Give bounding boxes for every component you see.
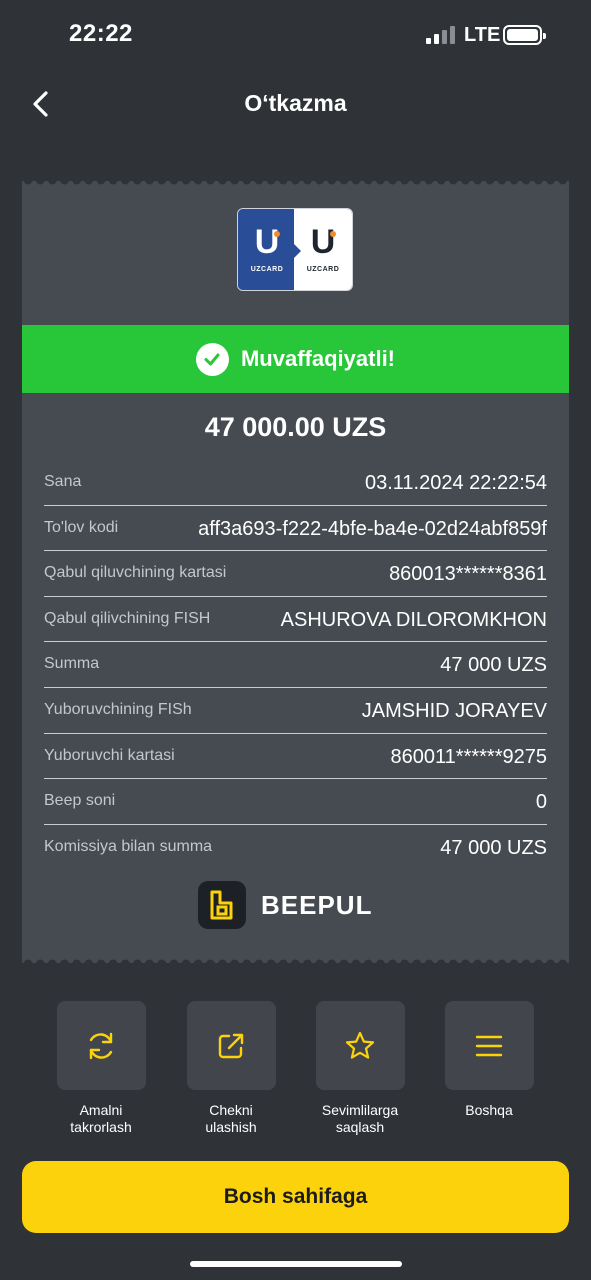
receipt-card: U UZCARD U UZCARD Muvaffaqiyatli! 47 000… bbox=[22, 180, 569, 964]
header: O‘tkazma bbox=[0, 80, 591, 128]
battery-icon bbox=[503, 25, 546, 45]
detail-value: 860013******8361 bbox=[389, 563, 547, 586]
action-label: Sevimlilarga saqlash bbox=[321, 1102, 399, 1135]
detail-row: Sana 03.11.2024 22:22:54 bbox=[44, 460, 547, 506]
detail-row: Komissiya bilan summa 47 000 UZS bbox=[44, 825, 547, 871]
detail-label: Summa bbox=[44, 655, 100, 673]
uzcard-transfer-logo: U UZCARD U UZCARD bbox=[237, 208, 353, 291]
transfer-arrow-icon bbox=[289, 239, 301, 263]
share-icon bbox=[218, 1033, 244, 1058]
detail-row: Beep soni 0 bbox=[44, 779, 547, 825]
detail-value: 47 000 UZS bbox=[440, 654, 547, 677]
refresh-icon bbox=[89, 1032, 113, 1059]
success-banner: Muvaffaqiyatli! bbox=[22, 325, 569, 393]
star-icon bbox=[345, 1031, 375, 1059]
more-button[interactable] bbox=[444, 1001, 534, 1090]
uzcard-label-right: UZCARD bbox=[306, 266, 340, 273]
home-page-button-label: Bosh sahifaga bbox=[223, 1185, 368, 1208]
detail-value: aff3a693-f222-4bfe-ba4e-02d24abf859f bbox=[198, 517, 547, 540]
detail-label: Yuboruvchi kartasi bbox=[44, 746, 175, 764]
detail-value: ASHUROVA DILOROMKHON bbox=[280, 608, 547, 631]
beepul-logo-icon bbox=[198, 881, 246, 929]
transfer-amount: 47 000.00 UZS bbox=[204, 412, 387, 442]
repeat-action[interactable]: Amalni takrorlash bbox=[51, 1001, 151, 1136]
favorite-button[interactable] bbox=[315, 1001, 405, 1090]
status-bar: 22:22 LTE bbox=[0, 0, 591, 70]
detail-label: Qabul qiluvchining kartasi bbox=[44, 564, 227, 582]
detail-label: Qabul qilivchining FISH bbox=[44, 609, 211, 627]
share-button[interactable] bbox=[186, 1001, 276, 1090]
more-action[interactable]: Boshqa bbox=[439, 1001, 539, 1119]
beepul-brand: BEEPUL bbox=[198, 880, 372, 930]
home-indicator[interactable] bbox=[190, 1261, 402, 1267]
detail-value: 860011******9275 bbox=[390, 745, 547, 768]
receipt-edge-bottom bbox=[22, 959, 569, 964]
detail-value: 03.11.2024 22:22:54 bbox=[364, 472, 547, 494]
action-label: Amalni takrorlash bbox=[70, 1102, 132, 1135]
detail-label: Beep soni bbox=[44, 792, 116, 810]
detail-row: Qabul qilivchining FISH ASHUROVA DILOROMK… bbox=[44, 597, 547, 643]
detail-row: Yuboruvchining FISh JAMSHID JORAYEV bbox=[44, 688, 547, 734]
detail-label: Komissiya bilan summa bbox=[44, 837, 213, 855]
details-list: Sana 03.11.2024 22:22:54 To'lov kodi aff3a… bbox=[44, 460, 547, 870]
receipt-edge-top bbox=[22, 180, 569, 185]
status-time: 22:22 bbox=[69, 20, 133, 47]
page-title: O‘tkazma bbox=[244, 90, 347, 116]
action-label: Chekni ulashish bbox=[205, 1102, 257, 1135]
menu-icon bbox=[475, 1035, 503, 1056]
detail-row: Yuboruvchi kartasi 860011******9275 bbox=[44, 734, 547, 780]
repeat-button[interactable] bbox=[56, 1001, 146, 1090]
action-label: Boshqa bbox=[465, 1102, 513, 1118]
uzcard-label-left: UZCARD bbox=[250, 266, 284, 273]
home-page-button[interactable]: Bosh sahifaga bbox=[22, 1161, 569, 1233]
action-bar: Amalni takrorlash Chekni ulashish Seviml… bbox=[0, 1001, 591, 1141]
detail-value: 47 000 UZS bbox=[440, 836, 547, 859]
network-type: LTE bbox=[464, 24, 501, 46]
detail-label: Sana bbox=[44, 473, 82, 490]
detail-row: Qabul qiluvchining kartasi 860013******83… bbox=[44, 551, 547, 597]
detail-value: 0 bbox=[535, 791, 547, 814]
detail-label: To'lov kodi bbox=[44, 518, 119, 536]
beepul-wordmark: BEEPUL bbox=[261, 889, 373, 920]
detail-row: To'lov kodi aff3a693-f222-4bfe-ba4e-02d24… bbox=[44, 506, 547, 552]
detail-value: JAMSHID JORAYEV bbox=[361, 699, 547, 722]
detail-label: Yuboruvchining FISh bbox=[44, 700, 192, 718]
save-favorite-action[interactable]: Sevimlilarga saqlash bbox=[310, 1001, 410, 1136]
success-text: Muvaffaqiyatli! bbox=[240, 346, 396, 371]
check-circle-icon bbox=[195, 342, 229, 376]
signal-icon bbox=[426, 26, 456, 44]
uzcard-logo-right: U UZCARD bbox=[294, 209, 352, 290]
detail-row: Summa 47 000 UZS bbox=[44, 642, 547, 688]
uzcard-logo-left: U UZCARD bbox=[238, 209, 296, 290]
share-receipt-action[interactable]: Chekni ulashish bbox=[181, 1001, 281, 1136]
